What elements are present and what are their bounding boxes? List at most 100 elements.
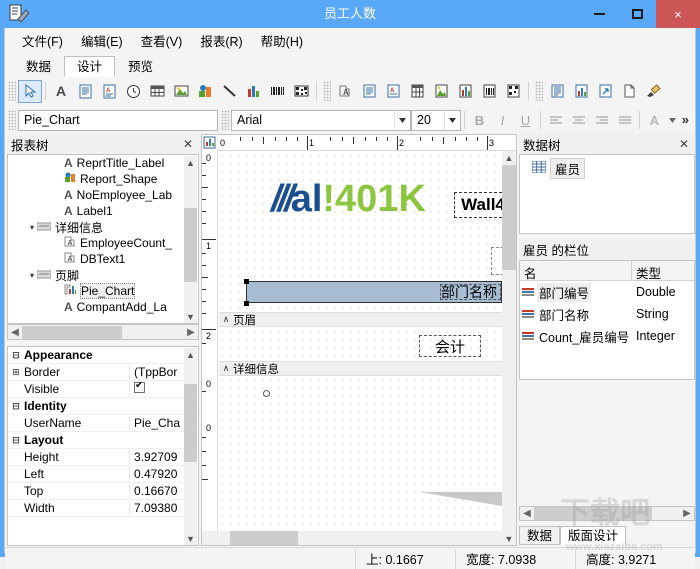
chart-icon[interactable] bbox=[241, 80, 265, 103]
tree-item-detail-band[interactable]: ▾ 详细信息 bbox=[8, 219, 198, 235]
italic-button[interactable]: I bbox=[491, 110, 514, 131]
font-size-combo[interactable]: 20 bbox=[411, 109, 461, 131]
expand-icon[interactable]: ⊞ bbox=[8, 367, 24, 378]
report-tree-scrollbar-horizontal[interactable]: ◀ ▶ bbox=[7, 324, 199, 340]
scroll-up-icon-canvas[interactable]: ▲ bbox=[502, 151, 516, 165]
expand-triangle-icon[interactable]: ▾ bbox=[30, 223, 34, 232]
align-right-icon[interactable] bbox=[590, 110, 613, 131]
tab-design[interactable]: 设计 bbox=[64, 56, 116, 77]
report-chart-icon[interactable] bbox=[569, 80, 593, 103]
table-icon[interactable] bbox=[145, 80, 169, 103]
menu-report[interactable]: 报表(R) bbox=[191, 28, 251, 53]
page-setup-icon[interactable] bbox=[593, 80, 617, 103]
scroll-down-icon-canvas[interactable]: ▼ bbox=[502, 532, 516, 545]
label-icon[interactable]: A bbox=[49, 80, 73, 103]
fields-grid[interactable]: 名 类型 部门编号 Double 部门名称 String Count_雇员编号 … bbox=[519, 260, 695, 380]
property-row-visible[interactable]: Visible bbox=[8, 381, 198, 398]
tree-item-dbtext1[interactable]: A DBText1 bbox=[8, 251, 198, 267]
expand-triangle-icon-footer[interactable]: ▾ bbox=[30, 271, 34, 280]
format-brush-icon[interactable] bbox=[641, 80, 665, 103]
tree-item-report-shape[interactable]: Report_Shape bbox=[8, 171, 198, 187]
close-button[interactable]: × bbox=[656, 0, 700, 28]
data-panel-scrollbar-horizontal[interactable]: ◀ ▶ bbox=[519, 506, 695, 521]
property-category-appearance[interactable]: ⊟ Appearance bbox=[8, 347, 198, 364]
db-label-icon[interactable]: A bbox=[333, 80, 357, 103]
design-canvas[interactable]: ///al!401K Wall4 部门名称 ∧ 页眉 会计 ∧ 详细信息 bbox=[219, 152, 502, 530]
report-tree[interactable]: A ReprtTitle_Label Report_Shape A NoEmpl… bbox=[7, 154, 199, 324]
report-settings-icon[interactable] bbox=[545, 80, 569, 103]
property-row-username[interactable]: UserName Pie_Cha bbox=[8, 415, 198, 432]
system-time-icon[interactable] bbox=[121, 80, 145, 103]
column-header-name[interactable]: 名 bbox=[520, 261, 632, 281]
db-richtext-icon[interactable]: A bbox=[381, 80, 405, 103]
property-row-width[interactable]: Width 7.09380 bbox=[8, 500, 198, 517]
scroll-right-icon-data[interactable]: ▶ bbox=[680, 508, 694, 519]
close-icon-report-tree[interactable]: ✕ bbox=[183, 137, 199, 151]
tree-item-label1[interactable]: A Label1 bbox=[8, 203, 198, 219]
new-page-icon[interactable] bbox=[617, 80, 641, 103]
detail-text-label[interactable]: 会计 bbox=[419, 335, 481, 357]
property-row-left[interactable]: Left 0.47920 bbox=[8, 466, 198, 483]
scroll-down-icon-props[interactable]: ▼ bbox=[184, 532, 197, 545]
report-tree-scrollbar-vertical[interactable]: ▲ ▼ bbox=[184, 156, 197, 323]
logo-text-label[interactable]: Wall4 bbox=[454, 192, 502, 218]
menu-file[interactable]: 文件(F) bbox=[13, 28, 72, 53]
band-detail[interactable]: ∧ 详细信息 bbox=[219, 361, 502, 376]
scroll-up-icon[interactable]: ▲ bbox=[184, 156, 197, 170]
scroll-left-icon[interactable]: ◀ bbox=[8, 327, 22, 338]
db-calc-icon[interactable] bbox=[405, 80, 429, 103]
tree-item-footer-band[interactable]: ▾ 页脚 bbox=[8, 267, 198, 283]
menu-view[interactable]: 查看(V) bbox=[132, 28, 192, 53]
close-icon-data-tree[interactable]: ✕ bbox=[679, 137, 695, 151]
field-row-depname[interactable]: 部门名称 String bbox=[520, 303, 694, 325]
property-row-height[interactable]: Height 3.92709 bbox=[8, 449, 198, 466]
canvas-scrollbar-horizontal[interactable] bbox=[202, 531, 502, 545]
selected-label-bar[interactable]: 部门名称 bbox=[246, 281, 502, 303]
collapse-icon[interactable]: ⊟ bbox=[8, 350, 24, 361]
bottom-tab-data[interactable]: 数据 bbox=[519, 526, 561, 545]
tree-item-pie-chart[interactable]: Pie_Chart bbox=[8, 283, 198, 299]
shape-icon[interactable] bbox=[193, 80, 217, 103]
object-name-input[interactable]: Pie_Chart bbox=[18, 109, 218, 131]
underline-button[interactable]: U bbox=[514, 110, 537, 131]
canvas-scrollbar-vertical[interactable]: ▲ ▼ bbox=[502, 151, 516, 545]
collapse-icon[interactable]: ⊟ bbox=[8, 401, 24, 412]
company-logo[interactable]: ///al!401K bbox=[271, 180, 426, 218]
scroll-right-icon[interactable]: ▶ bbox=[184, 327, 198, 338]
line-icon[interactable] bbox=[217, 80, 241, 103]
hscrollbar-thumb-data[interactable] bbox=[534, 507, 652, 520]
menu-edit[interactable]: 编辑(E) bbox=[72, 28, 132, 53]
property-row-top[interactable]: Top 0.16670 bbox=[8, 483, 198, 500]
memo-icon[interactable] bbox=[73, 80, 97, 103]
band-page-header[interactable]: ∧ 页眉 bbox=[219, 312, 502, 327]
scroll-down-icon[interactable]: ▼ bbox=[184, 310, 197, 323]
tree-item-reprttitle-label[interactable]: A ReprtTitle_Label bbox=[8, 155, 198, 171]
font-toolbar-grip[interactable] bbox=[221, 110, 229, 130]
resize-handle-bl[interactable] bbox=[244, 301, 249, 306]
align-justify-icon[interactable] bbox=[613, 110, 636, 131]
property-category-layout[interactable]: ⊟ Layout bbox=[8, 432, 198, 449]
scrollbar-thumb-canvas-h[interactable] bbox=[230, 531, 298, 545]
toolbar-overflow-button[interactable]: » bbox=[682, 112, 689, 127]
collapse-caret-icon[interactable]: ∧ bbox=[219, 314, 233, 325]
font-color-dropdown-icon[interactable] bbox=[666, 110, 678, 131]
tree-item-noemployee-label[interactable]: A NoEmployee_Lab bbox=[8, 187, 198, 203]
qrcode-icon[interactable] bbox=[289, 80, 313, 103]
scroll-left-icon-data[interactable]: ◀ bbox=[520, 508, 534, 519]
resize-handle-tl[interactable] bbox=[244, 279, 249, 284]
checkbox-checked-icon[interactable] bbox=[134, 382, 145, 393]
bottom-tab-layout-design[interactable]: 版面设计 bbox=[560, 526, 627, 545]
tab-preview[interactable]: 预览 bbox=[115, 56, 167, 77]
toolbar-grip[interactable] bbox=[8, 81, 16, 101]
field-row-countempno[interactable]: Count_雇员编号 Integer bbox=[520, 325, 694, 347]
tree-item-employeecount[interactable]: A EmployeeCount_ bbox=[8, 235, 198, 251]
toolbar-grip-3[interactable] bbox=[535, 81, 543, 101]
db-image-icon[interactable] bbox=[429, 80, 453, 103]
property-category-identity[interactable]: ⊟ Identity bbox=[8, 398, 198, 415]
font-color-button[interactable]: A bbox=[643, 110, 666, 131]
db-qrcode-icon[interactable] bbox=[501, 80, 525, 103]
field-row-depno[interactable]: 部门编号 Double bbox=[520, 281, 694, 303]
scroll-up-icon-props[interactable]: ▲ bbox=[184, 348, 197, 362]
data-tree[interactable]: 雇员 bbox=[519, 154, 695, 234]
align-center-icon[interactable] bbox=[567, 110, 590, 131]
